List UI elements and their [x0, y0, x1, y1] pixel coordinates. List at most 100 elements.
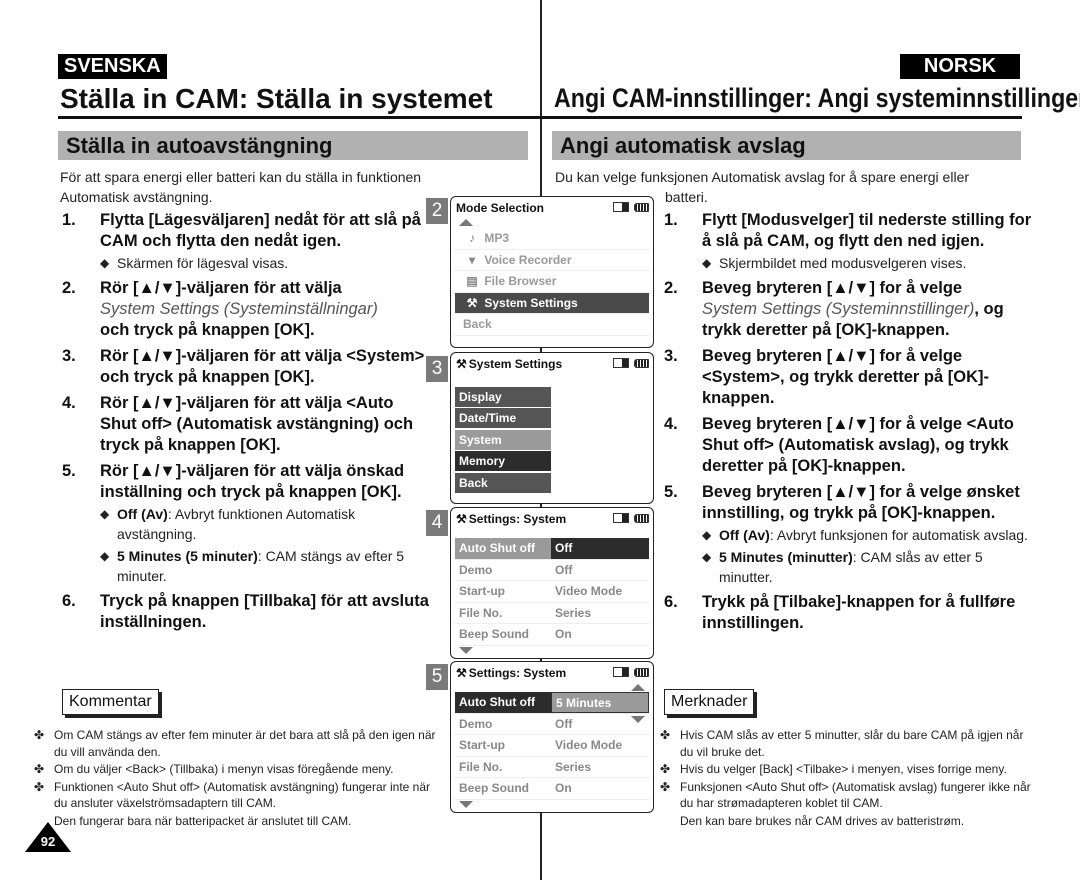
- diamond-bullet-icon: ◆: [100, 507, 110, 521]
- step-number: 5.: [62, 462, 76, 480]
- setting-beep-sound[interactable]: Beep Sound On: [455, 624, 649, 646]
- step-number: 4.: [664, 415, 678, 433]
- setting-auto-shut-off[interactable]: Auto Shut off 5 Minutes: [455, 692, 649, 714]
- screen-header: ⚒ Settings: System: [451, 508, 653, 530]
- notes-title-norsk: Merknader: [664, 689, 755, 715]
- note-text: Hvis CAM slås av etter 5 minutter, slår …: [680, 728, 1024, 759]
- menu-item-label: System Settings: [484, 295, 578, 310]
- step-5: 5. Rör [▲/▼]-väljaren för att välja önsk…: [60, 461, 430, 586]
- step-3: 3. Rör [▲/▼]-väljaren för att välja <Sys…: [60, 346, 430, 388]
- tools-icon: ⚒: [456, 666, 467, 680]
- step-3: 3. Beveg bryteren [▲/▼] for å velge <Sys…: [662, 346, 1032, 409]
- menu-item-back[interactable]: Back: [455, 314, 649, 336]
- language-badge-svenska: SVENSKA: [58, 54, 167, 79]
- steps-norsk: 1. Flytt [Modusvelger] til nederste stil…: [662, 210, 1032, 639]
- memory-card-icon: [613, 667, 629, 677]
- note-bullet-icon: ✤: [660, 762, 671, 776]
- section-heading-norsk: Angi automatisk avslag: [552, 131, 1021, 160]
- tools-icon: ⚒: [456, 512, 467, 526]
- step-text: Beveg bryteren [▲/▼] for å velge ønsket …: [702, 483, 1020, 522]
- page-title-svenska: Ställa in CAM: Ställa in systemet: [60, 83, 493, 114]
- menu-item-date-time[interactable]: Date/Time: [455, 408, 551, 428]
- notes-svenska: ✤ Om CAM stängs av efter fem minuter är d…: [34, 727, 444, 830]
- screen-header: ⚒ Settings: System: [451, 662, 653, 684]
- step-text: Tryck på knappen [Tillbaka] för att avsl…: [100, 592, 429, 631]
- option-off: ◆ Off (Av): Avbryt funksjonen for automat…: [702, 525, 1032, 545]
- setting-value: Video Mode: [555, 738, 623, 752]
- setting-label: Demo: [459, 716, 493, 731]
- setting-file-no[interactable]: File No. Series: [455, 603, 649, 624]
- setting-value: On: [555, 781, 572, 795]
- step-number: 3.: [62, 347, 76, 365]
- page-number-badge: 92: [25, 822, 71, 854]
- setting-auto-shut-off[interactable]: Auto Shut off Off: [455, 538, 649, 560]
- step-number: 1.: [62, 211, 76, 229]
- setting-demo[interactable]: Demo Off: [455, 714, 649, 735]
- screen-system-settings: ⚒ System Settings Display Date/Time Syste…: [450, 352, 654, 504]
- screen-step-number: 4: [426, 510, 448, 536]
- scroll-down-icon: [459, 646, 653, 654]
- step-note: ◆ Skjermbildet med modusvelgeren vises.: [702, 253, 1032, 273]
- notes-norsk: ✤ Hvis CAM slås av etter 5 minutter, slår…: [660, 727, 1035, 830]
- menu-item-file-browser[interactable]: ▤ File Browser: [455, 271, 649, 293]
- value-up-icon: [631, 684, 645, 691]
- menu-item-voice-recorder[interactable]: ▾ Voice Recorder: [455, 250, 649, 271]
- note-bullet-icon: ✤: [34, 728, 45, 742]
- menu-item-system-settings[interactable]: ⚒ System Settings: [455, 292, 649, 314]
- setting-label: Start-up: [459, 738, 505, 752]
- setting-value: On: [555, 627, 572, 641]
- note-text: Om du väljer <Back> (Tillbaka) i menyn v…: [54, 762, 394, 776]
- setting-file-no[interactable]: File No. Series: [455, 757, 649, 778]
- menu-item-label: File Browser: [484, 274, 557, 288]
- diamond-bullet-icon: ◆: [100, 256, 110, 270]
- screen-title: System Settings: [468, 357, 563, 371]
- screen-step-number: 5: [426, 664, 448, 690]
- page-title-norsk: Angi CAM-innstillinger: Angi systeminnst…: [554, 83, 1080, 113]
- memory-card-icon: [613, 202, 629, 212]
- setting-start-up[interactable]: Start-up Video Mode: [455, 735, 649, 757]
- screen-mode-selection: Mode Selection ♪ MP3 ▾ Voice Recorder ▤ …: [450, 196, 654, 348]
- status-icons: [613, 667, 649, 677]
- microphone-icon: ▾: [468, 252, 476, 267]
- step-text: Beveg bryteren [▲/▼] for å velge: [702, 279, 963, 297]
- screen-step-number: 2: [426, 198, 448, 224]
- menu-reference: System Settings (Systeminställningar): [100, 300, 378, 318]
- intro-svenska: För att spara energi eller batteri kan d…: [60, 169, 422, 205]
- menu-item-label: MP3: [484, 231, 510, 245]
- note-bullet-icon: ✤: [34, 779, 45, 794]
- section-heading-svenska: Ställa in autoavstängning: [58, 131, 528, 160]
- scroll-up-icon: [459, 219, 653, 226]
- intro-text: Du kan velge funksjonen Automatisk avsla…: [555, 169, 970, 185]
- setting-demo[interactable]: Demo Off: [455, 560, 649, 581]
- diamond-bullet-icon: ◆: [702, 256, 712, 270]
- step-text: Rör [▲/▼]-väljaren för att välja <Auto S…: [100, 394, 414, 454]
- setting-label: Beep Sound: [459, 781, 530, 795]
- screen-header: ⚒ System Settings: [451, 353, 653, 375]
- step-number: 4.: [62, 394, 76, 412]
- menu-item-mp3[interactable]: ♪ MP3: [455, 228, 649, 250]
- step-text: Rör [▲/▼]-väljaren för att välja: [100, 279, 342, 297]
- value-down-icon: [631, 715, 645, 723]
- option-label: 5 Minutes (5 minuter): [117, 548, 258, 564]
- title-rule-left: [58, 116, 540, 119]
- setting-beep-sound[interactable]: Beep Sound On: [455, 778, 649, 800]
- menu-item-label: Voice Recorder: [484, 252, 572, 267]
- step-note: ◆ Skärmen för lägesval visas.: [100, 253, 430, 273]
- setting-value[interactable]: 5 Minutes: [551, 692, 649, 713]
- music-note-icon: ♪: [469, 231, 475, 245]
- menu-item-display[interactable]: Display: [455, 386, 551, 407]
- diamond-bullet-icon: ◆: [702, 528, 712, 542]
- diamond-bullet-icon: ◆: [100, 549, 110, 563]
- step-text: Rör [▲/▼]-väljaren för att välja önskad …: [100, 462, 405, 501]
- menu-item-memory[interactable]: Memory: [455, 451, 551, 471]
- screen-title: Mode Selection: [456, 201, 545, 215]
- note-text: Om CAM stängs av efter fem minuter är de…: [54, 728, 436, 759]
- setting-label: Auto Shut off: [455, 692, 551, 713]
- note-text: Funksjonen <Auto Shut off> (Automatisk a…: [680, 779, 1031, 811]
- setting-start-up[interactable]: Start-up Video Mode: [455, 581, 649, 603]
- step-text: Rör [▲/▼]-väljaren för att välja <System…: [100, 347, 425, 386]
- setting-value: Off: [551, 538, 649, 559]
- option-off: ◆ Off (Av): Avbryt funktionen Automatisk …: [100, 504, 430, 544]
- menu-item-system[interactable]: System: [455, 429, 551, 450]
- menu-item-back[interactable]: Back: [455, 472, 551, 493]
